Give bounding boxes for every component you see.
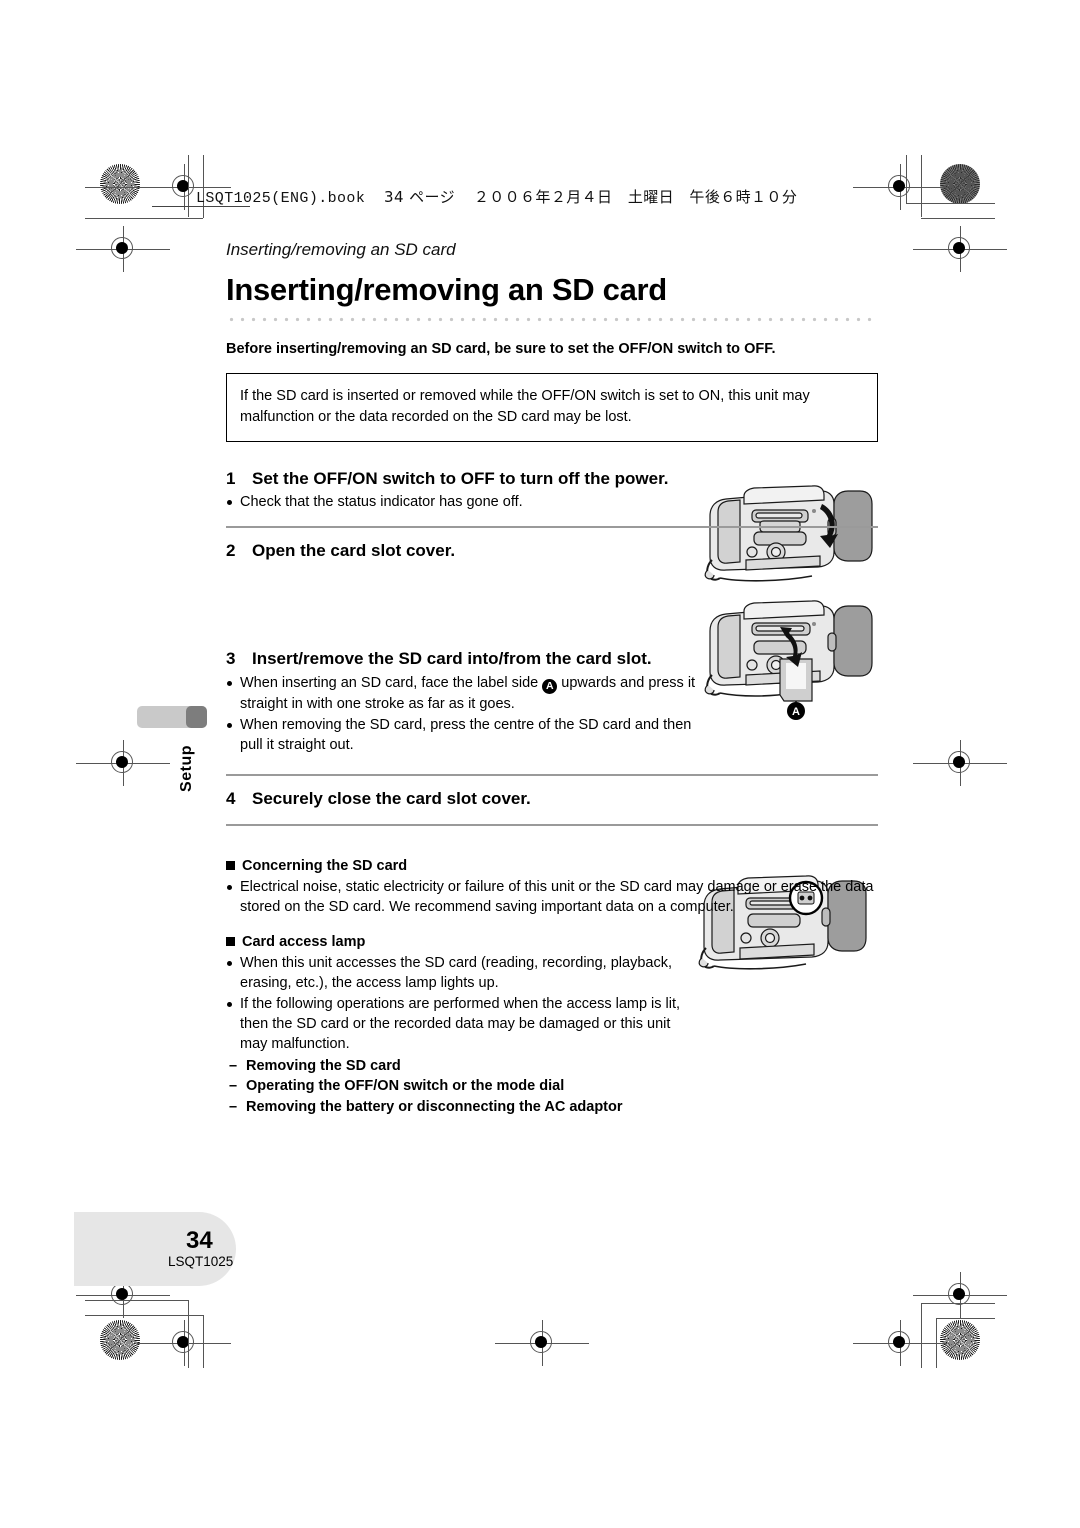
crop-line-bottom-left-h1 xyxy=(85,1300,188,1301)
page-title: Inserting/removing an SD card xyxy=(226,272,667,307)
crop-line-top-left-h1 xyxy=(85,187,143,188)
spacer-before-sections xyxy=(226,838,878,858)
section-concerning-bullet-1: Electrical noise, static electricity or … xyxy=(226,877,878,917)
document-code: LSQT1025 xyxy=(168,1254,234,1269)
dash-item-1: Removing the SD card xyxy=(226,1056,878,1077)
crop-line-bottom-right-v1 xyxy=(921,1303,922,1368)
registration-mark-right-upper xyxy=(913,226,1007,272)
section-lamp-dash-list: Removing the SD card Operating the OFF/O… xyxy=(226,1056,878,1118)
note-box: If the SD card is inserted or removed wh… xyxy=(226,373,878,443)
step-divider-1 xyxy=(226,526,878,529)
registration-mark-bottom-center xyxy=(495,1320,589,1366)
registration-mark-left-middle xyxy=(76,740,170,786)
callout-a-icon: A xyxy=(542,678,558,694)
step-3-bullet-1-pre: When inserting an SD card, face the labe… xyxy=(240,674,539,691)
crop-line-bottom-left-v1 xyxy=(188,1300,189,1368)
step-3-bullet-1: When inserting an SD card, face the labe… xyxy=(226,673,696,714)
sidebar-tab-marker xyxy=(137,706,207,728)
registration-mark-right-lower xyxy=(913,1272,1007,1318)
rosette-mark-bottom-right xyxy=(940,1320,980,1360)
section-concerning-bullets: Electrical noise, static electricity or … xyxy=(226,877,878,917)
crop-line-top-left-h2 xyxy=(85,218,203,219)
step-1-title: Set the OFF/ON switch to OFF to turn off… xyxy=(252,469,669,489)
crop-line-top-right-h2 xyxy=(906,203,995,204)
page-number: 34 xyxy=(186,1227,213,1254)
section-concerning-heading-text: Concerning the SD card xyxy=(242,857,408,874)
step-3-heading: 3 Insert/remove the SD card into/from th… xyxy=(226,648,878,669)
header-date-line: ２００６年２月４日 土曜日 午後６時１０分 xyxy=(473,188,798,206)
registration-mark-bottom-left-inner xyxy=(137,1320,231,1366)
crop-line-bottom-right-h2 xyxy=(936,1318,995,1319)
crop-line-top-left-v1 xyxy=(188,155,189,217)
step-3-title: Insert/remove the SD card into/from the … xyxy=(252,649,652,669)
dash-item-3: Removing the battery or disconnecting th… xyxy=(226,1097,878,1118)
section-lamp-heading: Card access lamp xyxy=(226,934,878,950)
rosette-mark-top-right xyxy=(940,164,980,204)
step-3-number: 3 xyxy=(226,649,236,669)
crop-line-bottom-right-h1 xyxy=(921,1303,995,1304)
step-2-title: Open the card slot cover. xyxy=(252,541,456,561)
rosette-mark-bottom-left xyxy=(100,1320,140,1360)
crop-line-bottom-left-h2 xyxy=(85,1315,203,1316)
step-4-title: Securely close the card slot cover. xyxy=(252,789,531,809)
title-dotted-separator xyxy=(226,316,878,322)
header-file-name: LSQT1025(ENG).book xyxy=(196,190,366,207)
running-head: Inserting/removing an SD card xyxy=(226,240,456,259)
section-concerning-sd-card: Concerning the SD card Electrical noise,… xyxy=(226,858,878,917)
step-3-bullets: When inserting an SD card, face the labe… xyxy=(226,673,696,755)
step-1-bullets: Check that the status indicator has gone… xyxy=(226,492,878,512)
header-page-marker: 34 ページ xyxy=(384,188,456,206)
page-content: Inserting/removing an SD card Inserting/… xyxy=(226,240,878,1117)
step-3-bullet-2: When removing the SD card, press the cen… xyxy=(226,715,696,755)
header-file-line: LSQT1025(ENG).book 34 ページ ２００６年２月４日 土曜日 … xyxy=(196,186,797,207)
sidebar-tab-label: Setup xyxy=(178,745,195,792)
registration-mark-right-middle xyxy=(913,740,1007,786)
section-lamp-bullet-1: When this unit accesses the SD card (rea… xyxy=(226,953,696,993)
crop-line-bottom-right-v2 xyxy=(936,1318,937,1368)
step-4-heading: 4 Securely close the card slot cover. xyxy=(226,788,878,809)
registration-mark-left-upper xyxy=(76,226,170,272)
square-bullet-icon-2 xyxy=(226,937,235,947)
rosette-mark-top-left xyxy=(100,164,140,204)
step-3: 3 Insert/remove the SD card into/from th… xyxy=(226,648,878,760)
dash-item-2: Operating the OFF/ON switch or the mode … xyxy=(226,1076,878,1097)
step-2-heading: 2 Open the card slot cover. xyxy=(226,540,878,561)
lead-warning-text: Before inserting/removing an SD card, be… xyxy=(226,340,776,357)
square-bullet-icon xyxy=(226,861,235,871)
step-divider-2 xyxy=(226,774,878,777)
section-lamp-bullets: When this unit accesses the SD card (rea… xyxy=(226,953,696,1054)
section-card-access-lamp: Card access lamp When this unit accesses… xyxy=(226,934,878,1118)
registration-mark-bottom-right-inner xyxy=(853,1320,947,1366)
step-4: 4 Securely close the card slot cover. xyxy=(226,788,878,809)
step-4-number: 4 xyxy=(226,789,236,809)
step-divider-3 xyxy=(226,823,878,826)
crop-line-bottom-left-v2 xyxy=(203,1315,204,1368)
note-box-text: If the SD card is inserted or removed wh… xyxy=(240,388,810,426)
crop-line-top-right-h1 xyxy=(921,218,995,219)
step-1-number: 1 xyxy=(226,469,236,489)
crop-line-top-right-v2 xyxy=(906,155,907,203)
crop-line-top-right-v1 xyxy=(921,155,922,217)
section-concerning-heading: Concerning the SD card xyxy=(226,858,878,874)
section-lamp-heading-text: Card access lamp xyxy=(242,933,366,950)
spacer-between-sections xyxy=(226,918,878,934)
step-1-heading: 1 Set the OFF/ON switch to OFF to turn o… xyxy=(226,468,878,489)
step-1-bullet-1: Check that the status indicator has gone… xyxy=(226,492,878,512)
step-1: 1 Set the OFF/ON switch to OFF to turn o… xyxy=(226,468,878,512)
step-2-number: 2 xyxy=(226,541,236,561)
section-lamp-bullet-2: If the following operations are performe… xyxy=(226,994,696,1054)
step-2: 2 Open the card slot cover. xyxy=(226,540,878,648)
